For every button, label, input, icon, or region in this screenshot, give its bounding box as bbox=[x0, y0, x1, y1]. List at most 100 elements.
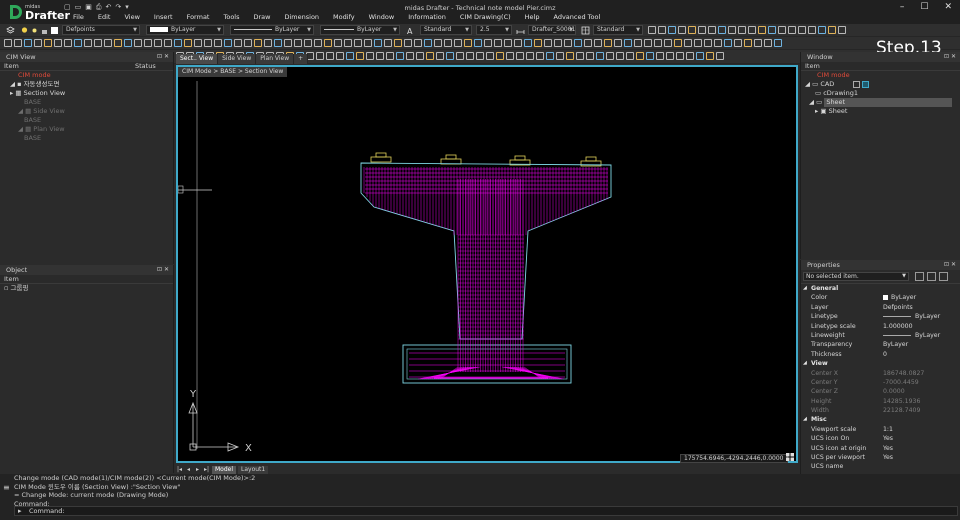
modify-tool-icon[interactable] bbox=[706, 52, 714, 60]
toolbar-tool-icon[interactable] bbox=[384, 39, 392, 47]
command-menu-icon[interactable]: ≡ bbox=[3, 483, 10, 492]
menu-cim-drawing-c-[interactable]: CIM Drawing(C) bbox=[460, 13, 511, 23]
property-row[interactable]: Transparency ByLayer bbox=[801, 340, 960, 349]
toolbar-tool-icon[interactable] bbox=[344, 39, 352, 47]
modify-tool-icon[interactable] bbox=[466, 52, 474, 60]
toolbar-tool-icon[interactable] bbox=[394, 39, 402, 47]
menu-file[interactable]: File bbox=[73, 13, 84, 23]
window-item-sheet[interactable]: ▸ ▣ Sheet bbox=[801, 107, 960, 116]
add-tab-button[interactable]: + bbox=[294, 54, 309, 64]
toolbar-tool-icon[interactable] bbox=[424, 39, 432, 47]
modify-tool-icon[interactable] bbox=[676, 52, 684, 60]
modify-tool-icon[interactable] bbox=[686, 52, 694, 60]
toolbar-tool-icon[interactable] bbox=[694, 39, 702, 47]
toolbar-tool-icon[interactable] bbox=[484, 39, 492, 47]
modify-tool-icon[interactable] bbox=[366, 52, 374, 60]
modify-tool-icon[interactable] bbox=[406, 52, 414, 60]
toolbar-tool-icon[interactable] bbox=[14, 39, 22, 47]
toolbar-tool-icon[interactable] bbox=[504, 39, 512, 47]
toolbar-tool-icon[interactable] bbox=[174, 39, 182, 47]
toolbar-tool-icon[interactable] bbox=[404, 39, 412, 47]
modify-tool-icon[interactable] bbox=[546, 52, 554, 60]
menu-information[interactable]: Information bbox=[408, 13, 446, 23]
toolbar-tool-icon[interactable] bbox=[24, 39, 32, 47]
drawing-viewport[interactable]: Y X bbox=[176, 65, 798, 463]
collapse-arrow-icon[interactable]: ◢ bbox=[803, 284, 807, 293]
expand-arrow-icon[interactable]: ▸ bbox=[815, 107, 818, 115]
cim-tree-item[interactable]: ◢ ▪ 자동생성도면 bbox=[0, 80, 173, 89]
toolbar-tool-icon[interactable] bbox=[534, 39, 542, 47]
toolbar-tool-icon[interactable] bbox=[774, 39, 782, 47]
toolbar-tool-icon[interactable] bbox=[94, 39, 102, 47]
view-tab[interactable]: Sect.. View bbox=[176, 54, 219, 64]
property-row[interactable]: UCS per viewport Yes bbox=[801, 453, 960, 462]
menu-help[interactable]: Help bbox=[525, 13, 540, 23]
toolbar-tool-icon[interactable] bbox=[654, 39, 662, 47]
modify-tool-icon[interactable] bbox=[576, 52, 584, 60]
first-tab-icon[interactable]: |◂ bbox=[176, 466, 183, 473]
cim-tree-item[interactable]: ◢ ▦ Side View bbox=[0, 107, 173, 116]
property-row[interactable]: Color ByLayer bbox=[801, 293, 960, 302]
property-row[interactable]: UCS icon On Yes bbox=[801, 434, 960, 443]
toolbar-tool-icon[interactable] bbox=[54, 39, 62, 47]
toolbar-tool-icon[interactable] bbox=[264, 39, 272, 47]
modify-tool-icon[interactable] bbox=[536, 52, 544, 60]
property-section-view[interactable]: ◢ View bbox=[801, 359, 960, 368]
toolbar-tool-icon[interactable] bbox=[718, 26, 726, 34]
toolbar-tool-icon[interactable] bbox=[274, 39, 282, 47]
toolbar-tool-icon[interactable] bbox=[624, 39, 632, 47]
modify-tool-icon[interactable] bbox=[646, 52, 654, 60]
lineweight-combo[interactable]: ByLayer ▼ bbox=[320, 25, 400, 35]
toolbar-tool-icon[interactable] bbox=[808, 26, 816, 34]
modify-tool-icon[interactable] bbox=[446, 52, 454, 60]
prev-tab-icon[interactable]: ◂ bbox=[185, 466, 192, 473]
toolbar-tool-icon[interactable] bbox=[564, 39, 572, 47]
maximize-icon[interactable]: ☐ bbox=[920, 2, 928, 12]
toolbar-tool-icon[interactable] bbox=[788, 26, 796, 34]
modify-tool-icon[interactable] bbox=[666, 52, 674, 60]
toolbar-tool-icon[interactable] bbox=[494, 39, 502, 47]
toolbar-tool-icon[interactable] bbox=[134, 39, 142, 47]
layout-tab-layout1[interactable]: Layout1 bbox=[238, 465, 269, 474]
view-tab[interactable]: Side View bbox=[218, 54, 257, 64]
toolbar-tool-icon[interactable] bbox=[678, 26, 686, 34]
toolbar-tool-icon[interactable] bbox=[324, 39, 332, 47]
toolbar-tool-icon[interactable] bbox=[668, 26, 676, 34]
toolbar-tool-icon[interactable] bbox=[724, 39, 732, 47]
menu-dimension[interactable]: Dimension bbox=[284, 13, 319, 23]
modify-tool-icon[interactable] bbox=[456, 52, 464, 60]
toolbar-tool-icon[interactable] bbox=[664, 39, 672, 47]
toolbar-tool-icon[interactable] bbox=[554, 39, 562, 47]
toolbar-tool-icon[interactable] bbox=[314, 39, 322, 47]
modify-tool-icon[interactable] bbox=[326, 52, 334, 60]
toolbar-tool-icon[interactable] bbox=[104, 39, 112, 47]
table-style-combo[interactable]: Standard ▼ bbox=[593, 25, 643, 35]
property-section-misc[interactable]: ◢ Misc bbox=[801, 415, 960, 424]
menu-window[interactable]: Window bbox=[369, 13, 395, 23]
modify-tool-icon[interactable] bbox=[476, 52, 484, 60]
toolbar-tool-icon[interactable] bbox=[748, 26, 756, 34]
grid-toggle-icon[interactable] bbox=[785, 452, 795, 462]
toolbar-tool-icon[interactable] bbox=[144, 39, 152, 47]
modify-tool-icon[interactable] bbox=[556, 52, 564, 60]
cim-tree-item[interactable]: ▸ ▦ Section View bbox=[0, 89, 173, 98]
toolbar-tool-icon[interactable] bbox=[674, 39, 682, 47]
modify-tool-icon[interactable] bbox=[626, 52, 634, 60]
window-action-icon-active[interactable] bbox=[862, 81, 869, 88]
property-row[interactable]: Linetype ByLayer bbox=[801, 312, 960, 321]
toolbar-tool-icon[interactable] bbox=[454, 39, 462, 47]
toolbar-tool-icon[interactable] bbox=[828, 26, 836, 34]
toolbar-tool-icon[interactable] bbox=[798, 26, 806, 34]
toolbar-tool-icon[interactable] bbox=[34, 39, 42, 47]
panel-pin-close-icon[interactable]: ⊡ ✕ bbox=[944, 52, 956, 62]
modify-tool-icon[interactable] bbox=[346, 52, 354, 60]
select-objects-icon[interactable] bbox=[927, 272, 936, 281]
window-action-icon[interactable] bbox=[853, 81, 860, 88]
property-row[interactable]: Linetype scale 1.000000 bbox=[801, 322, 960, 331]
modify-tool-icon[interactable] bbox=[696, 52, 704, 60]
close-icon[interactable]: ✕ bbox=[944, 2, 952, 12]
toolbar-tool-icon[interactable] bbox=[204, 39, 212, 47]
toolbar-tool-icon[interactable] bbox=[154, 39, 162, 47]
modify-tool-icon[interactable] bbox=[586, 52, 594, 60]
modify-tool-icon[interactable] bbox=[316, 52, 324, 60]
